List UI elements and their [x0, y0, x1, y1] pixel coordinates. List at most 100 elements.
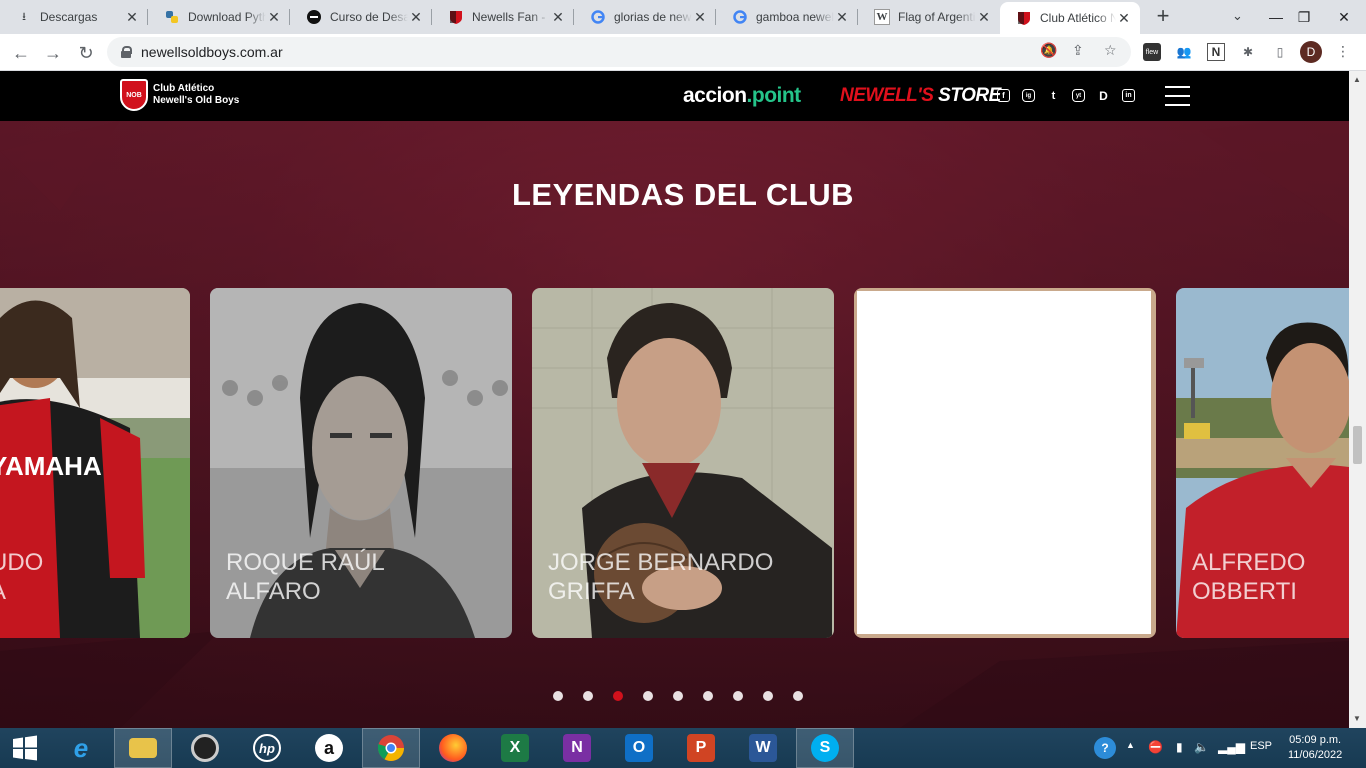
volume-icon[interactable]: 🔈: [1194, 740, 1209, 754]
address-bar[interactable]: newellsoldboys.com.ar: [107, 37, 1131, 67]
taskbar-firefox[interactable]: [424, 728, 482, 768]
taskbar-word[interactable]: W: [734, 728, 792, 768]
store-brand: NEWELL'S: [840, 85, 934, 106]
course-icon: [306, 9, 322, 25]
reload-button[interactable]: ↻: [73, 40, 99, 66]
carousel-dot[interactable]: [733, 691, 743, 701]
taskbar-outlook[interactable]: O: [610, 728, 668, 768]
vertical-scrollbar[interactable]: ▲ ▼: [1349, 71, 1366, 728]
extensions-puzzle-icon[interactable]: ✱: [1239, 43, 1257, 61]
notifications-blocked-icon[interactable]: 🔕: [1040, 42, 1057, 59]
close-icon[interactable]: ✕: [692, 9, 708, 25]
tab-curso[interactable]: Curso de Desarrollo ✕: [290, 0, 432, 34]
tab-title: Curso de Desarrollo: [330, 10, 408, 24]
taskbar-file-explorer[interactable]: [114, 728, 172, 768]
scroll-down-arrow-icon[interactable]: ▼: [1353, 714, 1361, 723]
tab-search-chevron-icon[interactable]: ⌄: [1232, 8, 1243, 24]
linkedin-icon[interactable]: in: [1122, 89, 1135, 102]
tab-descargas[interactable]: ⭳ Descargas ✕: [0, 0, 148, 34]
taskbar-excel[interactable]: X: [486, 728, 544, 768]
close-icon[interactable]: ✕: [266, 9, 282, 25]
new-tab-button[interactable]: +: [1152, 3, 1174, 28]
scroll-up-arrow-icon[interactable]: ▲: [1353, 75, 1361, 84]
profile-avatar[interactable]: D: [1300, 41, 1322, 63]
hp-icon: hp: [253, 734, 281, 762]
d-app-icon[interactable]: D: [1097, 89, 1110, 103]
facebook-icon[interactable]: f: [997, 89, 1010, 102]
tab-club-atletico[interactable]: Club Atlético N ✕: [1000, 2, 1140, 34]
carousel-dot[interactable]: [553, 691, 563, 701]
newells-store-link[interactable]: NEWELL'S STORE: [840, 85, 1001, 107]
legend-card[interactable]: ROQUE RAÚL ALFARO: [210, 288, 512, 638]
tab-python[interactable]: Download Python ✕: [148, 0, 290, 34]
help-icon[interactable]: ?: [1094, 737, 1116, 759]
taskbar-chrome[interactable]: [362, 728, 420, 768]
show-hidden-icons-chevron-icon[interactable]: ▲: [1126, 740, 1135, 750]
more-menu-icon[interactable]: ⋮: [1336, 43, 1350, 60]
tab-newells-fan[interactable]: Newells Fan - I ✕: [432, 0, 574, 34]
carousel-dot[interactable]: [793, 691, 803, 701]
legend-card[interactable]: ALFREDO OBBERTI: [1176, 288, 1349, 638]
bookmark-star-icon[interactable]: ☆: [1104, 42, 1117, 59]
accion-point-link[interactable]: accion.point: [683, 84, 801, 108]
legend-card[interactable]: JORGE BERNARDO GRIFFA: [532, 288, 834, 638]
battery-icon[interactable]: ▮: [1176, 740, 1183, 754]
share-icon[interactable]: ⇪: [1072, 42, 1084, 59]
carousel-dot[interactable]: [673, 691, 683, 701]
extension-flew-icon[interactable]: flew: [1143, 43, 1161, 61]
forward-button[interactable]: →: [40, 40, 66, 66]
close-icon[interactable]: ✕: [124, 9, 140, 25]
taskbar-webcam[interactable]: [176, 728, 234, 768]
twitter-icon[interactable]: t: [1047, 89, 1060, 102]
back-button[interactable]: ←: [8, 40, 34, 66]
network-error-icon[interactable]: ⛔: [1148, 740, 1163, 754]
legend-name: ALFREDO OBBERTI: [1192, 548, 1305, 606]
tab-strip: ⭳ Descargas ✕ Download Python ✕ Curso de…: [0, 0, 1366, 34]
close-icon[interactable]: ✕: [834, 9, 850, 25]
club-logo-icon[interactable]: NOB: [120, 79, 148, 111]
youtube-icon[interactable]: yt: [1072, 89, 1085, 102]
close-icon[interactable]: ✕: [976, 9, 992, 25]
taskbar-onenote[interactable]: N: [548, 728, 606, 768]
club-name[interactable]: Club Atlético Newell's Old Boys: [153, 83, 239, 107]
wifi-signal-icon[interactable]: ▂▄▆: [1218, 740, 1245, 754]
newells-icon: [448, 9, 464, 25]
taskbar-hp[interactable]: hp: [238, 728, 296, 768]
close-icon[interactable]: ✕: [408, 9, 424, 25]
tab-title: glorias de newells: [614, 10, 692, 24]
carousel-dot-active[interactable]: [613, 691, 623, 701]
section-title-bold: LEYENDAS: [511, 177, 685, 212]
carousel-dot[interactable]: [703, 691, 713, 701]
restore-button[interactable]: ❐: [1286, 0, 1322, 34]
instagram-icon[interactable]: ig: [1022, 89, 1035, 102]
menu-hamburger-icon[interactable]: [1165, 86, 1190, 106]
side-panel-icon[interactable]: ▯: [1271, 43, 1289, 61]
scrollbar-thumb[interactable]: [1353, 426, 1362, 464]
close-icon[interactable]: ✕: [550, 9, 566, 25]
carousel-dot[interactable]: [763, 691, 773, 701]
window-close-button[interactable]: ✕: [1322, 0, 1366, 34]
site-header: NOB Club Atlético Newell's Old Boys acci…: [0, 71, 1349, 121]
word-icon: W: [749, 734, 777, 762]
legend-name-line1: UDO: [0, 549, 44, 576]
legend-name-line1: ALFREDO: [1192, 549, 1306, 576]
carousel-dot[interactable]: [583, 691, 593, 701]
extension-notion-icon[interactable]: N: [1207, 43, 1225, 61]
webcam-icon: [191, 734, 219, 762]
start-button[interactable]: [0, 728, 50, 768]
taskbar-powerpoint[interactable]: P: [672, 728, 730, 768]
carousel-dot[interactable]: [643, 691, 653, 701]
legend-card[interactable]: YAMAHA UDO A: [0, 288, 190, 638]
taskbar-internet-explorer[interactable]: e: [52, 728, 110, 768]
tab-flag-argentina[interactable]: W Flag of Argentina ✕: [858, 0, 1000, 34]
clock-time: 05:09 p.m.: [1289, 734, 1342, 746]
legend-card-blank[interactable]: [854, 288, 1156, 638]
taskbar-amazon[interactable]: a: [300, 728, 358, 768]
input-language[interactable]: ESP: [1250, 740, 1272, 752]
system-clock[interactable]: 05:09 p.m. 11/06/2022: [1288, 733, 1342, 763]
extension-people-icon[interactable]: 👥: [1175, 43, 1193, 61]
tab-glorias[interactable]: glorias de newells ✕: [574, 0, 716, 34]
close-icon[interactable]: ✕: [1116, 10, 1132, 26]
tab-gamboa[interactable]: gamboa newells ✕: [716, 0, 858, 34]
taskbar-skype[interactable]: S: [796, 728, 854, 768]
